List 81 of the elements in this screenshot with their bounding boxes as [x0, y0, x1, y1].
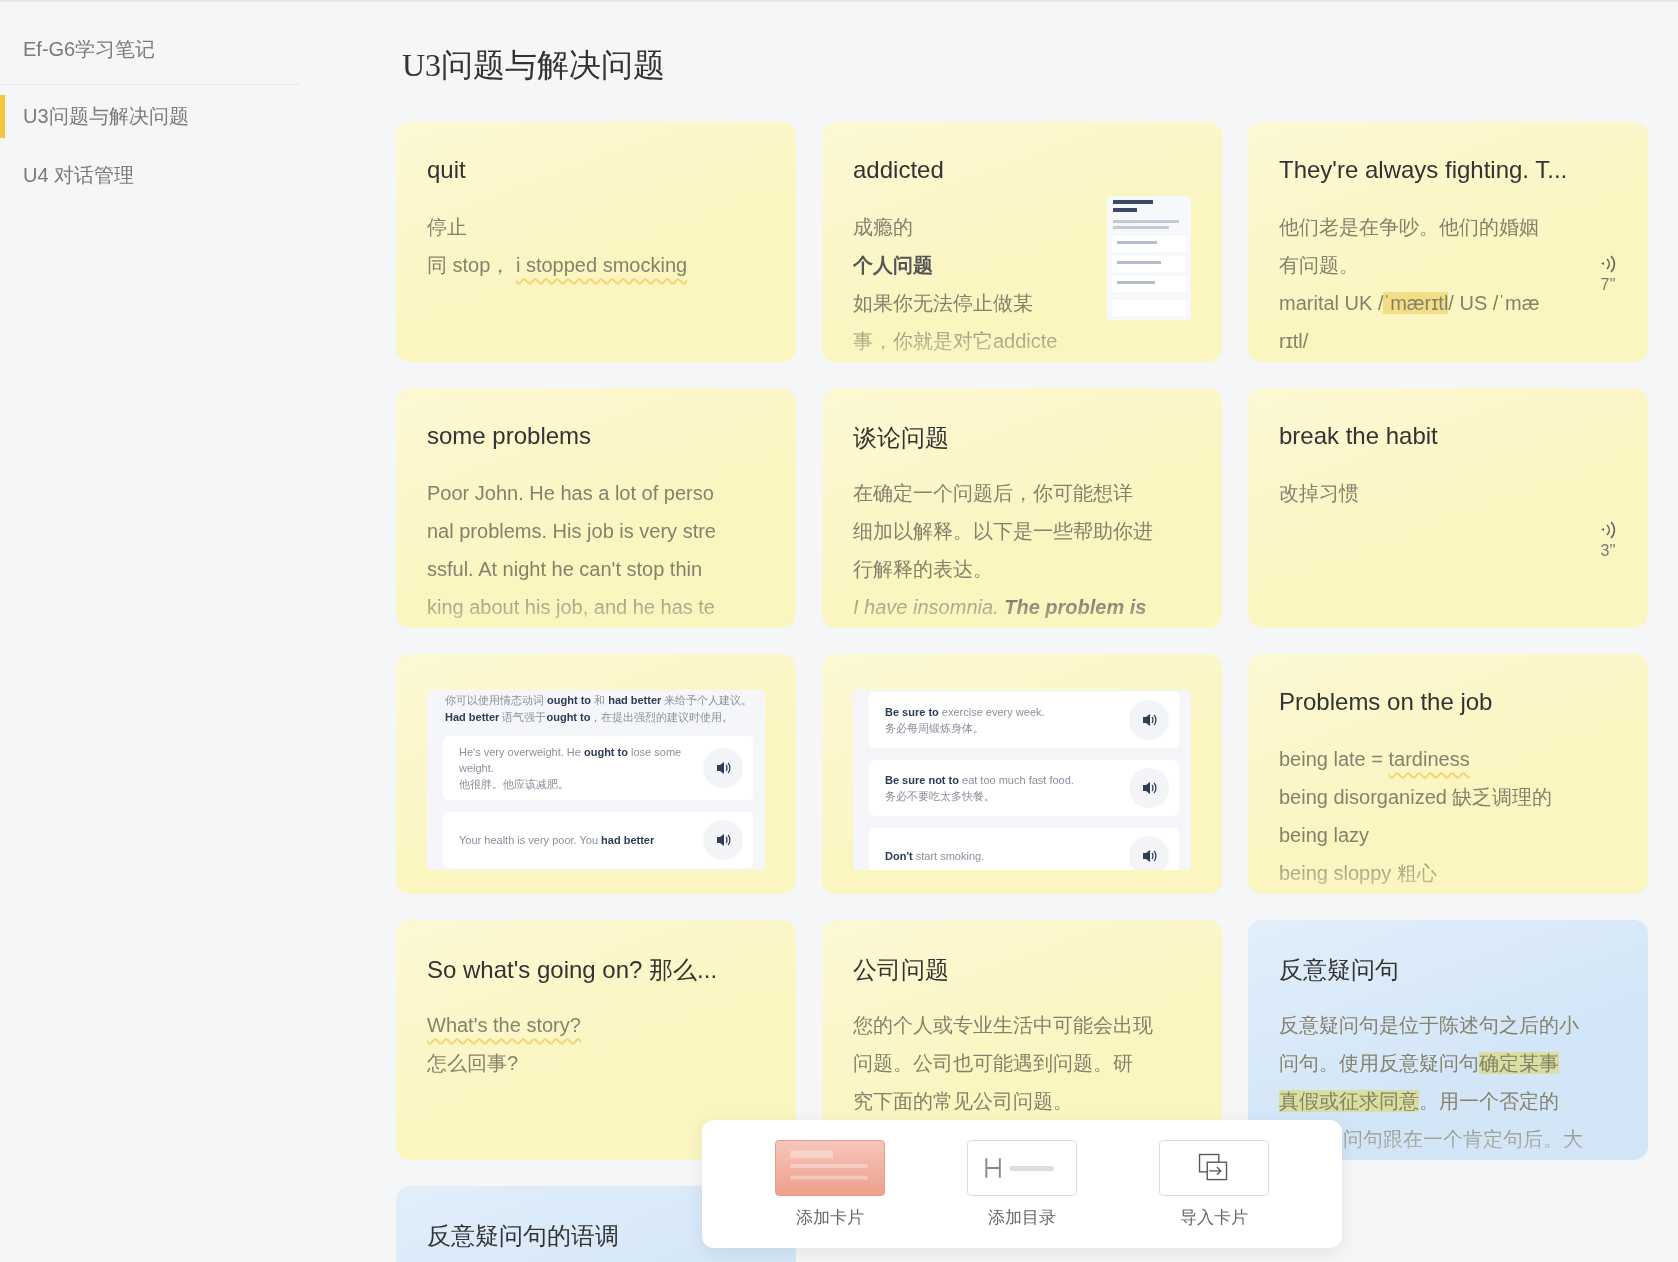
example-sentence: Don't start smoking.: [885, 849, 986, 864]
speaker-button[interactable]: [1129, 700, 1169, 740]
card-title: 反意疑问句: [1279, 955, 1400, 985]
card-text: 细加以解释。以下是一些帮助你进: [853, 519, 1154, 544]
audio-duration: 7'': [1600, 276, 1616, 294]
speaker-icon: [1141, 712, 1157, 728]
card-text: nal problems. His job is very stre: [427, 519, 717, 544]
card-title: 公司问题: [853, 955, 950, 985]
card-text: 怎么回事?: [427, 1051, 520, 1076]
card-text: 反意疑问句是位于陈述句之后的小: [1279, 1013, 1580, 1038]
note-card[interactable]: 反意疑问句 反意疑问句是位于陈述句之后的小 问句。使用反意疑问句确定某事 真假或征求同意。用一个否定的 问句跟在一个肯定句后。大: [1248, 920, 1648, 1160]
card-text: I have insomnia. The problem is: [853, 595, 1148, 620]
card-text: rɪtl/: [1279, 329, 1310, 354]
card-text: 究下面的常见公司问题。: [853, 1089, 1074, 1114]
speaker-icon: [715, 760, 731, 776]
card-text: 有问题。: [1279, 253, 1360, 278]
card-text: 改掉习惯: [1279, 481, 1360, 506]
note-card[interactable]: So what's going on? 那么... What's the story? 怎么回事?: [396, 920, 796, 1160]
card-title: break the habit: [1279, 422, 1439, 451]
card-text: Poor John. He has a lot of perso: [427, 481, 715, 506]
card-text: 事，你就是对它addicte: [853, 329, 1059, 354]
speaker-button[interactable]: [1129, 836, 1169, 870]
card-title: quit: [427, 156, 467, 185]
note-card[interactable]: quit 停止 同 stop， i stopped smocking: [396, 122, 796, 362]
lesson-text: 你可以使用情态动词 ought to 和 had better 来给予个人建议。Had better 语气强于ought to，在提出强烈的建议时使用。: [445, 693, 753, 725]
page-title: U3问题与解决问题: [402, 46, 667, 85]
note-card[interactable]: break the habit 改掉习惯 3'': [1248, 388, 1648, 628]
note-card[interactable]: They're always fighting. T... 他们老是在争吵。他们的婚姻 有问题。 marital UK /ˈmærɪtl/ US /ˈmæ rɪtl/ 7'': [1248, 122, 1648, 362]
card-text: 真假或征求同意。用一个否定的: [1279, 1089, 1560, 1114]
card-text: being lazy: [1279, 823, 1371, 848]
sidebar-item[interactable]: U4 对话管理: [0, 154, 300, 197]
card-text: What's the story?: [427, 1013, 582, 1038]
card-text: king about his job, and he has te: [427, 595, 716, 620]
audio-icon: [1599, 520, 1617, 540]
audio-icon: [1599, 254, 1617, 274]
example-sentence: Be sure not to eat too much fast food.: [885, 773, 1075, 788]
card-text: 问句跟在一个肯定句后。大: [1342, 1127, 1584, 1152]
card-title: 反意疑问句的语调: [427, 1221, 620, 1251]
speaker-icon: [1141, 848, 1157, 864]
example-translation: 务必不要吃太多快餐。: [885, 789, 996, 804]
card-text: 如果你无法停止做某: [853, 291, 1034, 316]
example-translation: 他很胖。他应该减肥。: [459, 777, 570, 792]
card-text: 问句。使用反意疑问句确定某事: [1279, 1051, 1560, 1076]
notebook-title: Ef-G6学习笔记: [22, 37, 157, 62]
note-card[interactable]: 谈论问题 在确定一个问题后，你可能想详 细加以解释。以下是一些帮助你进 行解释的表达。 I have insomnia. The problem is: [822, 388, 1222, 628]
example-sentence: He's very overweight. He ought to lose some weight.: [459, 745, 683, 776]
card-text: 问题。公司也可能遇到问题。研: [853, 1051, 1134, 1076]
card-title: some problems: [427, 422, 593, 451]
card-text: being sloppy 粗心: [1279, 861, 1438, 886]
card-text: 您的个人或专业生活中可能会出现: [853, 1013, 1154, 1038]
speaker-button[interactable]: [1129, 768, 1169, 808]
card-title: 谈论问题: [853, 423, 950, 453]
card-text: being disorganized 缺乏调理的: [1279, 785, 1554, 810]
card-text: marital UK /ˈmærɪtl/ US /ˈmæ: [1279, 291, 1541, 316]
card-text: 他们老是在争吵。他们的婚姻: [1279, 215, 1540, 240]
card-text: 停止: [427, 215, 468, 240]
speaker-icon: [715, 832, 731, 848]
card-text: 在确定一个问题后，你可能想详: [853, 481, 1134, 506]
example-translation: 务必每周锻炼身体。: [885, 721, 985, 736]
speaker-icon: [1141, 780, 1157, 796]
speaker-button[interactable]: [703, 820, 743, 860]
example-sentence: Be sure to exercise every week.: [885, 705, 1046, 720]
card-text: 同 stop， i stopped smocking: [427, 253, 689, 278]
speaker-button[interactable]: [703, 748, 743, 788]
card-text: 成瘾的: [853, 215, 914, 240]
card-title: They're always fighting. T...: [1279, 156, 1569, 185]
note-card[interactable]: Be sure to exercise every week. 务必每周锻炼身体。 Be sure not to eat too much fast food. 务必不要吃太多快餐。 Don't start smoking.: [822, 654, 1222, 894]
card-title: So what's going on? 那么...: [427, 955, 719, 985]
note-card[interactable]: addicted 成瘾的 个人问题 如果你无法停止做某 事，你就是对它addicte: [822, 122, 1222, 362]
card-text: ssful. At night he can't stop thin: [427, 557, 704, 582]
sidebar-item[interactable]: U3问题与解决问题: [0, 95, 300, 138]
card-text: being late = tardiness: [1279, 747, 1471, 772]
note-card[interactable]: 你可以使用情态动词 ought to 和 had better 来给予个人建议。Had better 语气强于ought to，在提出强烈的建议时使用。 He's very overweight. He ought to lose some weight. 他很胖。他应该减肥。 Your health is very poor. You had better: [396, 654, 796, 894]
note-card[interactable]: some problems Poor John. He has a lot of perso nal problems. His job is very stre ssful. At night he can't stop thin king about his job, and he has te: [396, 388, 796, 628]
note-card[interactable]: Problems on the job being late = tardiness being disorganized 缺乏调理的 being lazy being sloppy 粗心: [1248, 654, 1648, 894]
card-text: 个人问题: [853, 253, 934, 278]
card-title: addicted: [853, 156, 945, 185]
audio-duration: 3'': [1600, 542, 1616, 560]
card-title: Problems on the job: [1279, 688, 1494, 717]
example-sentence: Your health is very poor. You had better: [459, 833, 656, 848]
card-text: 行解释的表达。: [853, 557, 994, 582]
